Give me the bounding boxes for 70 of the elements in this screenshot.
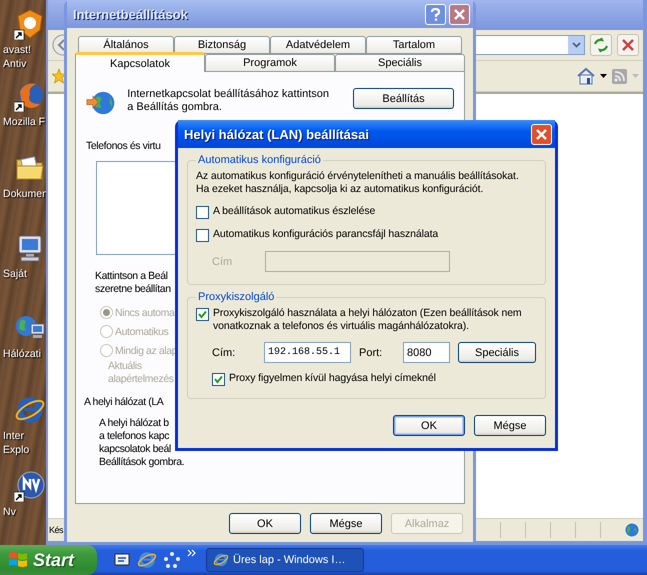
intro-text: Internetkapcsolat beállításához kattintson a Beállítás gombra. xyxy=(127,88,329,114)
icon-label: Saját xyxy=(2,267,27,281)
dialog-button[interactable]: Mégse xyxy=(474,415,546,436)
caret-icon[interactable] xyxy=(600,74,607,78)
dialog-button[interactable]: Mégse xyxy=(310,513,382,534)
icon-label: Hálózati xyxy=(2,347,41,361)
checkbox-label: Proxy figyelmen kívül hagyása helyi címeknél xyxy=(229,372,436,385)
star-icon[interactable] xyxy=(52,68,66,84)
window-title: Internetbeállítások xyxy=(73,6,189,22)
address-input[interactable]: 192.168.55.1 xyxy=(264,342,351,363)
help-icon xyxy=(430,8,441,20)
radio-label: Automatikus xyxy=(115,326,168,338)
checkbox[interactable] xyxy=(196,308,209,321)
browser-icon[interactable] xyxy=(213,552,229,568)
home-icon[interactable] xyxy=(577,67,595,85)
start-button[interactable]: Start xyxy=(0,545,97,575)
tab[interactable]: Adatvédelem xyxy=(270,36,366,54)
icon-label: Inter Explo xyxy=(2,429,30,457)
close-icon xyxy=(454,8,465,20)
dots-icon[interactable] xyxy=(163,551,181,569)
browser-icon[interactable] xyxy=(137,550,157,570)
group-title: Automatikus konfiguráció xyxy=(197,154,322,166)
tab[interactable]: Tartalom xyxy=(366,36,462,54)
flag-icon xyxy=(8,551,28,569)
field-label: Cím: xyxy=(212,346,236,358)
close-button[interactable] xyxy=(531,124,552,144)
lan-description: A helyi hálózat b a telefonos kapc kapcsolatok beál Beállítások gombra. xyxy=(99,417,184,469)
group-title: Proxykiszolgáló xyxy=(197,291,276,303)
checkbox[interactable] xyxy=(196,206,209,219)
checkbox[interactable] xyxy=(212,373,225,386)
tab[interactable]: Programok xyxy=(205,54,335,72)
globe-icon xyxy=(625,523,639,537)
checkbox-label: Automatikus konfigurációs parancsfájl használata xyxy=(213,228,438,241)
help-button[interactable] xyxy=(425,4,446,24)
icon-label: Mozilla F xyxy=(2,115,46,129)
globe-icon[interactable] xyxy=(14,80,46,112)
stop-button[interactable] xyxy=(617,34,639,56)
status-text: Kés xyxy=(49,525,64,535)
close-button[interactable] xyxy=(449,4,470,24)
icon-label: avast! Antiv xyxy=(2,43,32,71)
advanced-button[interactable]: Speciális xyxy=(458,342,536,363)
checkbox-label: A beállítások automatikus észlelése xyxy=(213,205,376,218)
caret-icon xyxy=(572,42,580,48)
icon-label: Nv xyxy=(2,505,16,519)
dropdown-button[interactable] xyxy=(568,36,584,54)
field-label: Cím xyxy=(212,256,234,268)
port-input[interactable]: 8080 xyxy=(403,342,450,363)
window-title: Helyi hálózat (LAN) beállításai xyxy=(184,126,370,142)
close-icon xyxy=(622,39,634,51)
dialog-button[interactable]: OK xyxy=(393,415,465,436)
refresh-button[interactable] xyxy=(590,34,612,56)
section-label: Telefonos és virtu xyxy=(86,140,161,153)
dialog-button[interactable]: OK xyxy=(229,513,301,534)
setup-button[interactable]: Beállítás xyxy=(353,88,454,109)
app-icon[interactable] xyxy=(14,470,46,502)
tab[interactable]: Kapcsolatok xyxy=(75,52,205,72)
task-button[interactable]: Üres lap - Windows I… xyxy=(206,548,364,572)
hint-text: Kattintson a Beál szeretne beállítan xyxy=(95,270,171,296)
note-text: Aktuális alapértelmezés xyxy=(108,360,174,386)
chevron-icon[interactable] xyxy=(187,549,196,557)
tab[interactable]: Speciális xyxy=(335,54,465,72)
tab[interactable]: Biztonság xyxy=(174,36,270,54)
section-label: A helyi hálózat (LA xyxy=(84,396,164,409)
refresh-icon xyxy=(593,37,609,53)
field-label: Port: xyxy=(359,346,384,358)
checkbox-label: Proxykiszolgáló használata a helyi hálózaton (Ezen beállítások nem vonatkoznak a telefonos és virtuális magánhálózatokra). xyxy=(213,307,522,333)
close-icon xyxy=(536,128,547,140)
radio-label: Nincs automa xyxy=(115,306,174,318)
checkbox[interactable] xyxy=(196,229,209,242)
note-text: Az automatikus konfiguráció érvénytelenítheti a manuális beállításokat. Ha ezeket használja, kapcsolja ki az automatikus konfigurációt. xyxy=(196,170,520,196)
